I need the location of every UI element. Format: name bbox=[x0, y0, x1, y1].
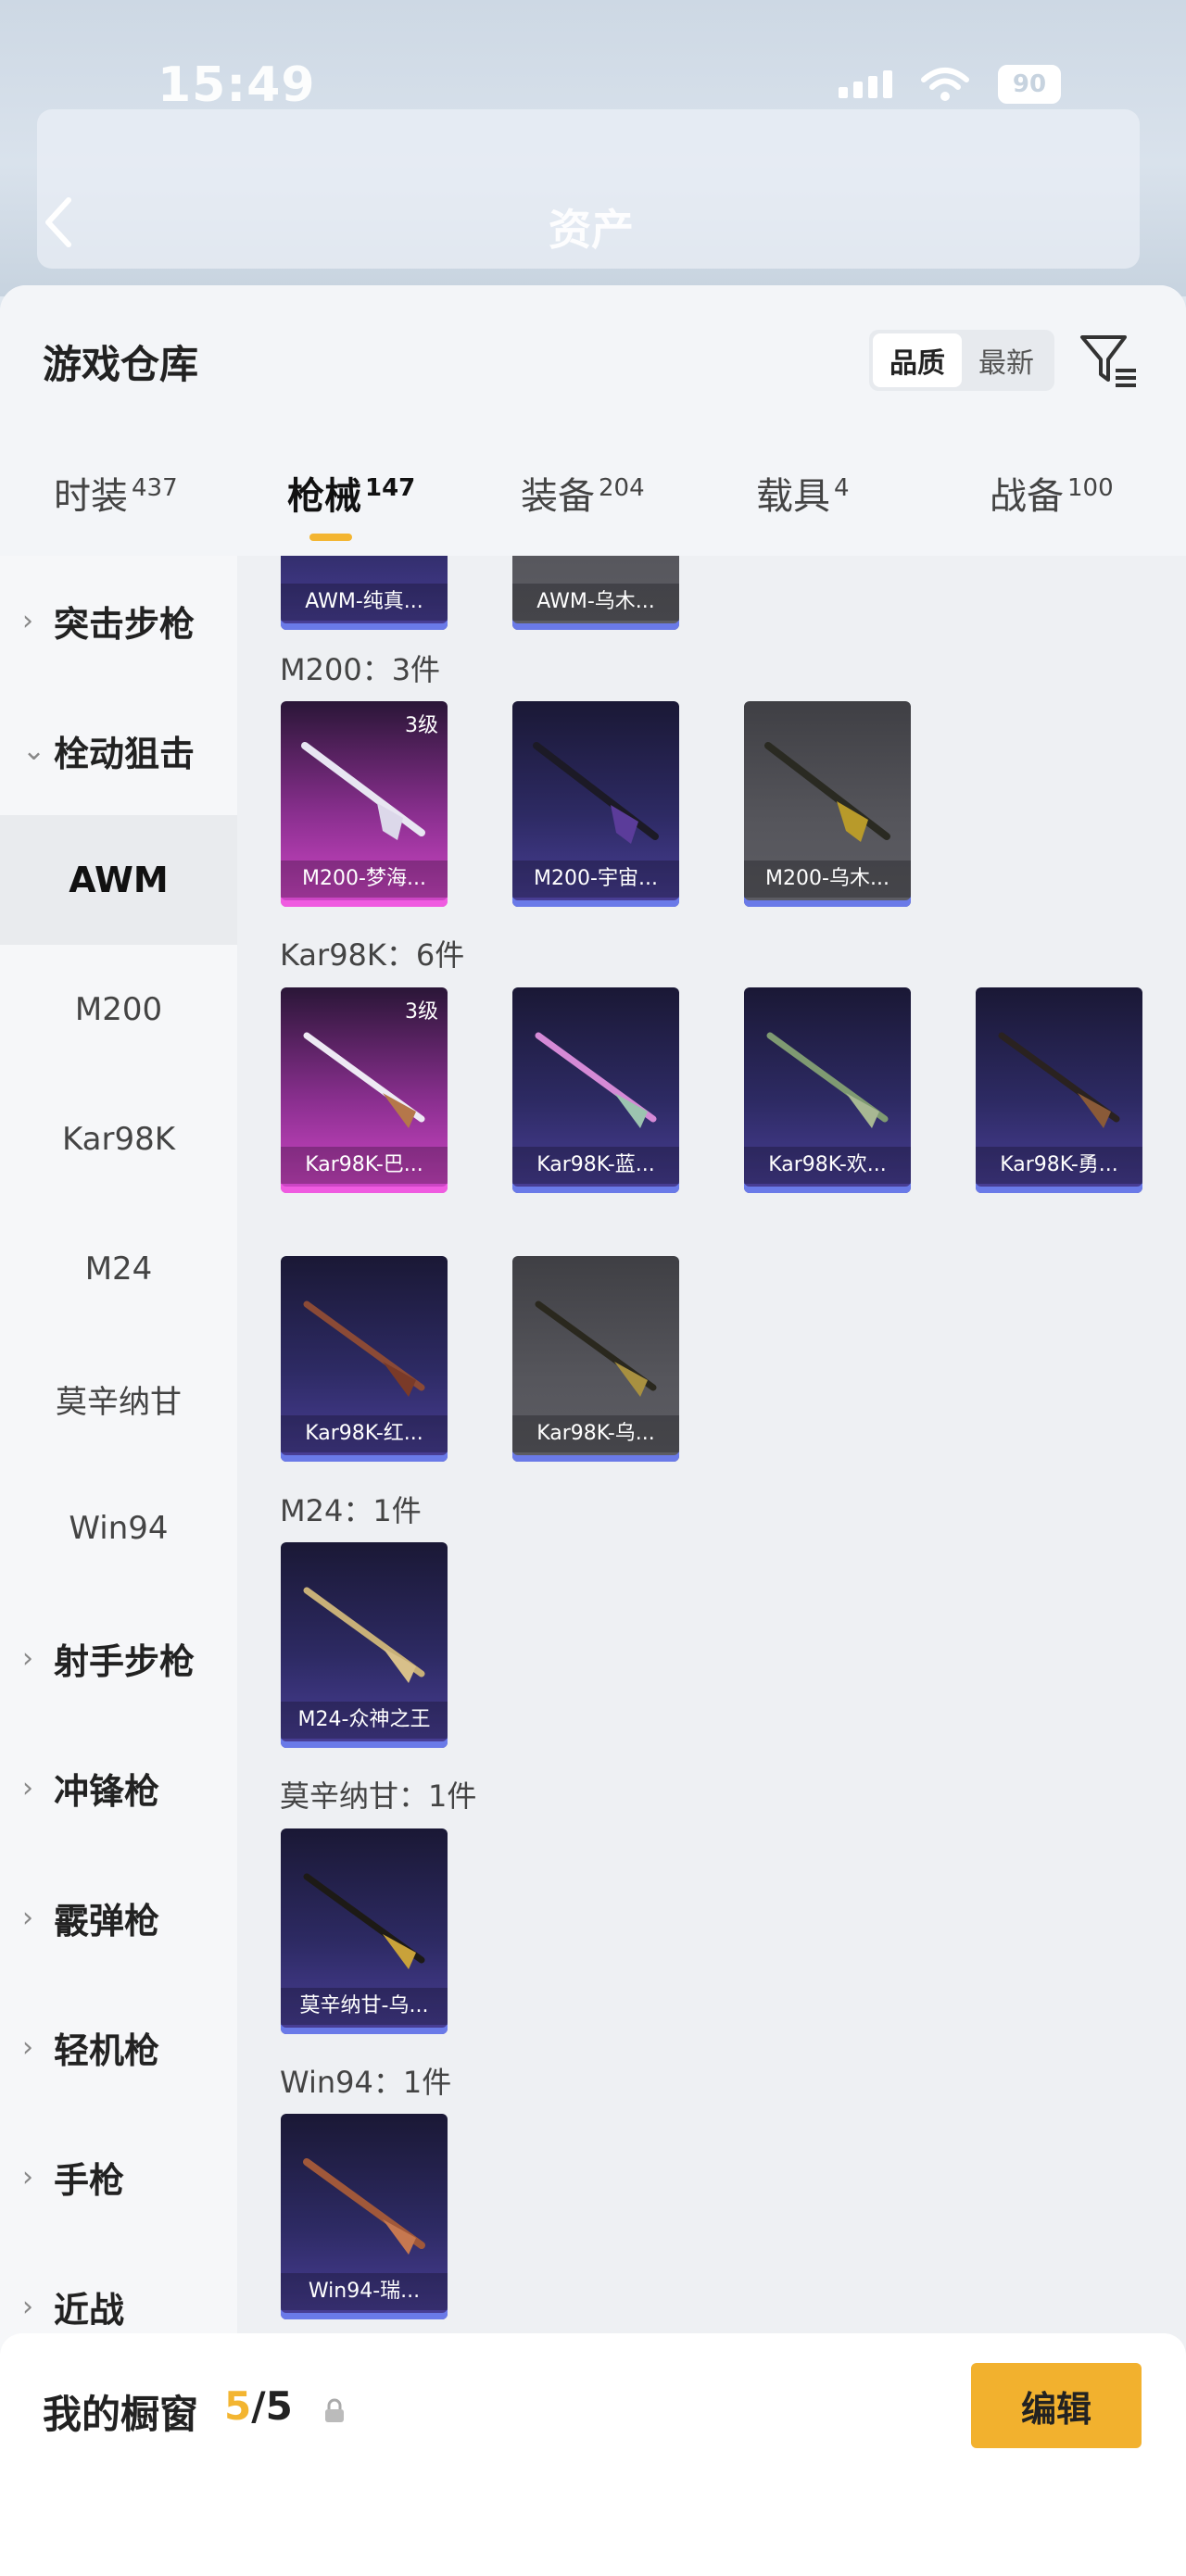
sidebar-item-m200[interactable]: M200 bbox=[0, 945, 237, 1074]
tab-vehicles[interactable]: 载具 4 bbox=[756, 466, 850, 520]
category-tabs: 时装 437 枪械 147 装备 204 载具 4 战备 100 bbox=[0, 466, 1186, 540]
nav-title: 资产 bbox=[549, 205, 634, 255]
sheet-title: 游戏仓库 bbox=[43, 342, 199, 387]
item-card[interactable]: Kar98K-欢... bbox=[744, 987, 911, 1193]
showcase-bar: 我的橱窗 5/5 编辑 bbox=[0, 2333, 1186, 2576]
rifle-icon bbox=[303, 1032, 425, 1128]
sidebar-item-m24[interactable]: M24 bbox=[0, 1204, 237, 1334]
status-icons: 90 bbox=[839, 65, 1061, 104]
tab-fashion[interactable]: 时装 437 bbox=[54, 466, 178, 520]
item-name: Kar98K-红... bbox=[281, 1415, 448, 1452]
item-name: Win94-瑞... bbox=[281, 2273, 448, 2310]
sidebar-item-awm[interactable]: AWM bbox=[0, 815, 237, 945]
group-title-m200: M200：3件 bbox=[280, 652, 441, 687]
tab-supplies[interactable]: 战备 100 bbox=[990, 466, 1114, 520]
item-card[interactable]: M24-众神之王 bbox=[281, 1542, 448, 1748]
sidebar-item-pistol[interactable]: › 手枪 bbox=[0, 2112, 237, 2242]
item-card[interactable]: M200-乌木... bbox=[744, 701, 911, 907]
rifle-icon bbox=[535, 1301, 657, 1397]
rifle-icon bbox=[998, 1032, 1120, 1128]
sidebar-item-shotgun[interactable]: › 霰弹枪 bbox=[0, 1853, 237, 1982]
item-name: Kar98K-蓝... bbox=[512, 1147, 679, 1184]
group-title-mosin: 莫辛纳甘：1件 bbox=[280, 1778, 477, 1814]
item-card[interactable]: M200-宇宙... bbox=[512, 701, 679, 907]
item-card[interactable]: 3级 M200-梦海... bbox=[281, 701, 448, 907]
wifi-icon bbox=[921, 68, 969, 101]
chevron-right-icon: › bbox=[22, 2290, 33, 2323]
showcase-count: 5/5 bbox=[224, 2383, 293, 2429]
sidebar-item-kar98k[interactable]: Kar98K bbox=[0, 1074, 237, 1204]
sort-toggle: 品质 最新 bbox=[869, 330, 1054, 391]
back-icon[interactable] bbox=[41, 195, 78, 250]
weapon-category-sidebar: › 突击步枪 ⌄ 栓动狙击 AWM M200 Kar98K M24 莫辛纳甘 Win… bbox=[0, 556, 237, 2576]
rifle-icon bbox=[303, 2158, 425, 2255]
sidebar-item-lmg[interactable]: › 轻机枪 bbox=[0, 1982, 237, 2112]
rifle-icon bbox=[303, 1873, 425, 1969]
rifle-icon bbox=[766, 1032, 889, 1128]
item-card[interactable]: AWM-纯真... bbox=[281, 556, 448, 630]
item-name: Kar98K-欢... bbox=[744, 1147, 911, 1184]
sort-latest-option[interactable]: 最新 bbox=[962, 333, 1051, 387]
rifle-icon bbox=[535, 1032, 657, 1128]
filter-icon[interactable] bbox=[1079, 332, 1140, 391]
sidebar-item-assault-rifle[interactable]: › 突击步枪 bbox=[0, 556, 237, 685]
item-card[interactable]: 3级 Kar98K-巴... bbox=[281, 987, 448, 1193]
chevron-right-icon: › bbox=[22, 1771, 33, 1804]
lock-icon bbox=[325, 2398, 344, 2422]
tab-firearms[interactable]: 枪械 147 bbox=[287, 466, 415, 520]
chevron-right-icon: › bbox=[22, 2160, 33, 2193]
item-name: 莫辛纳甘-乌... bbox=[281, 1988, 448, 2025]
item-card[interactable]: Win94-瑞... bbox=[281, 2114, 448, 2319]
sidebar-item-mosin[interactable]: 莫辛纳甘 bbox=[0, 1334, 237, 1464]
group-title-kar98k: Kar98K：6件 bbox=[280, 937, 465, 973]
battery-indicator: 90 bbox=[998, 65, 1061, 104]
item-name: M24-众神之王 bbox=[281, 1702, 448, 1739]
item-card[interactable]: Kar98K-勇... bbox=[976, 987, 1142, 1193]
chevron-right-icon: › bbox=[22, 2030, 33, 2064]
chevron-right-icon: › bbox=[22, 604, 33, 637]
item-name: AWM-纯真... bbox=[281, 584, 448, 621]
item-name: M200-乌木... bbox=[744, 861, 911, 898]
item-card[interactable]: 莫辛纳甘-乌... bbox=[281, 1828, 448, 2034]
sniper-rifle-icon bbox=[533, 742, 659, 844]
tab-equipment[interactable]: 装备 204 bbox=[521, 466, 645, 520]
sheet-header: 游戏仓库 品质 最新 时装 437 枪械 147 装备 204 载具 4 战备 100 bbox=[0, 285, 1186, 556]
group-title-m24: M24：1件 bbox=[280, 1493, 422, 1528]
active-tab-indicator bbox=[309, 534, 352, 541]
rifle-icon bbox=[303, 1301, 425, 1397]
item-name: Kar98K-巴... bbox=[281, 1147, 448, 1184]
item-name: Kar98K-乌... bbox=[512, 1415, 679, 1452]
item-name: M200-梦海... bbox=[281, 861, 448, 898]
sidebar-item-smg[interactable]: › 冲锋枪 bbox=[0, 1723, 237, 1853]
sniper-rifle-icon bbox=[301, 742, 425, 840]
edit-button[interactable]: 编辑 bbox=[971, 2363, 1142, 2448]
sort-quality-option[interactable]: 品质 bbox=[873, 333, 962, 387]
item-card[interactable]: Kar98K-乌... bbox=[512, 1256, 679, 1462]
status-time: 15:49 bbox=[158, 57, 316, 113]
showcase-label: 我的橱窗 bbox=[43, 2392, 199, 2437]
group-title-win94: Win94：1件 bbox=[280, 2065, 452, 2100]
cellular-signal-icon bbox=[839, 70, 892, 98]
item-name: AWM-乌木... bbox=[512, 584, 679, 621]
item-card[interactable]: Kar98K-蓝... bbox=[512, 987, 679, 1193]
item-card[interactable]: AWM-乌木... bbox=[512, 556, 679, 630]
item-grid: AWM-纯真... AWM-乌木... M200：3件 3级 M200-梦海..… bbox=[237, 556, 1186, 2576]
item-name: Kar98K-勇... bbox=[976, 1147, 1142, 1184]
chevron-right-icon: › bbox=[22, 1641, 33, 1675]
item-card[interactable]: Kar98K-红... bbox=[281, 1256, 448, 1462]
sniper-rifle-icon bbox=[764, 742, 890, 842]
chevron-down-icon: ⌄ bbox=[22, 734, 46, 767]
sidebar-item-bolt-sniper[interactable]: ⌄ 栓动狙击 bbox=[0, 685, 237, 815]
chevron-right-icon: › bbox=[22, 1901, 33, 1934]
sidebar-item-win94[interactable]: Win94 bbox=[0, 1464, 237, 1593]
inventory-sheet: 游戏仓库 品质 最新 时装 437 枪械 147 装备 204 载具 4 战备 100 ›… bbox=[0, 285, 1186, 2576]
sniper-rifle-icon bbox=[303, 1587, 425, 1683]
item-name: M200-宇宙... bbox=[512, 861, 679, 898]
sidebar-item-marksman-rifle[interactable]: › 射手步枪 bbox=[0, 1593, 237, 1723]
